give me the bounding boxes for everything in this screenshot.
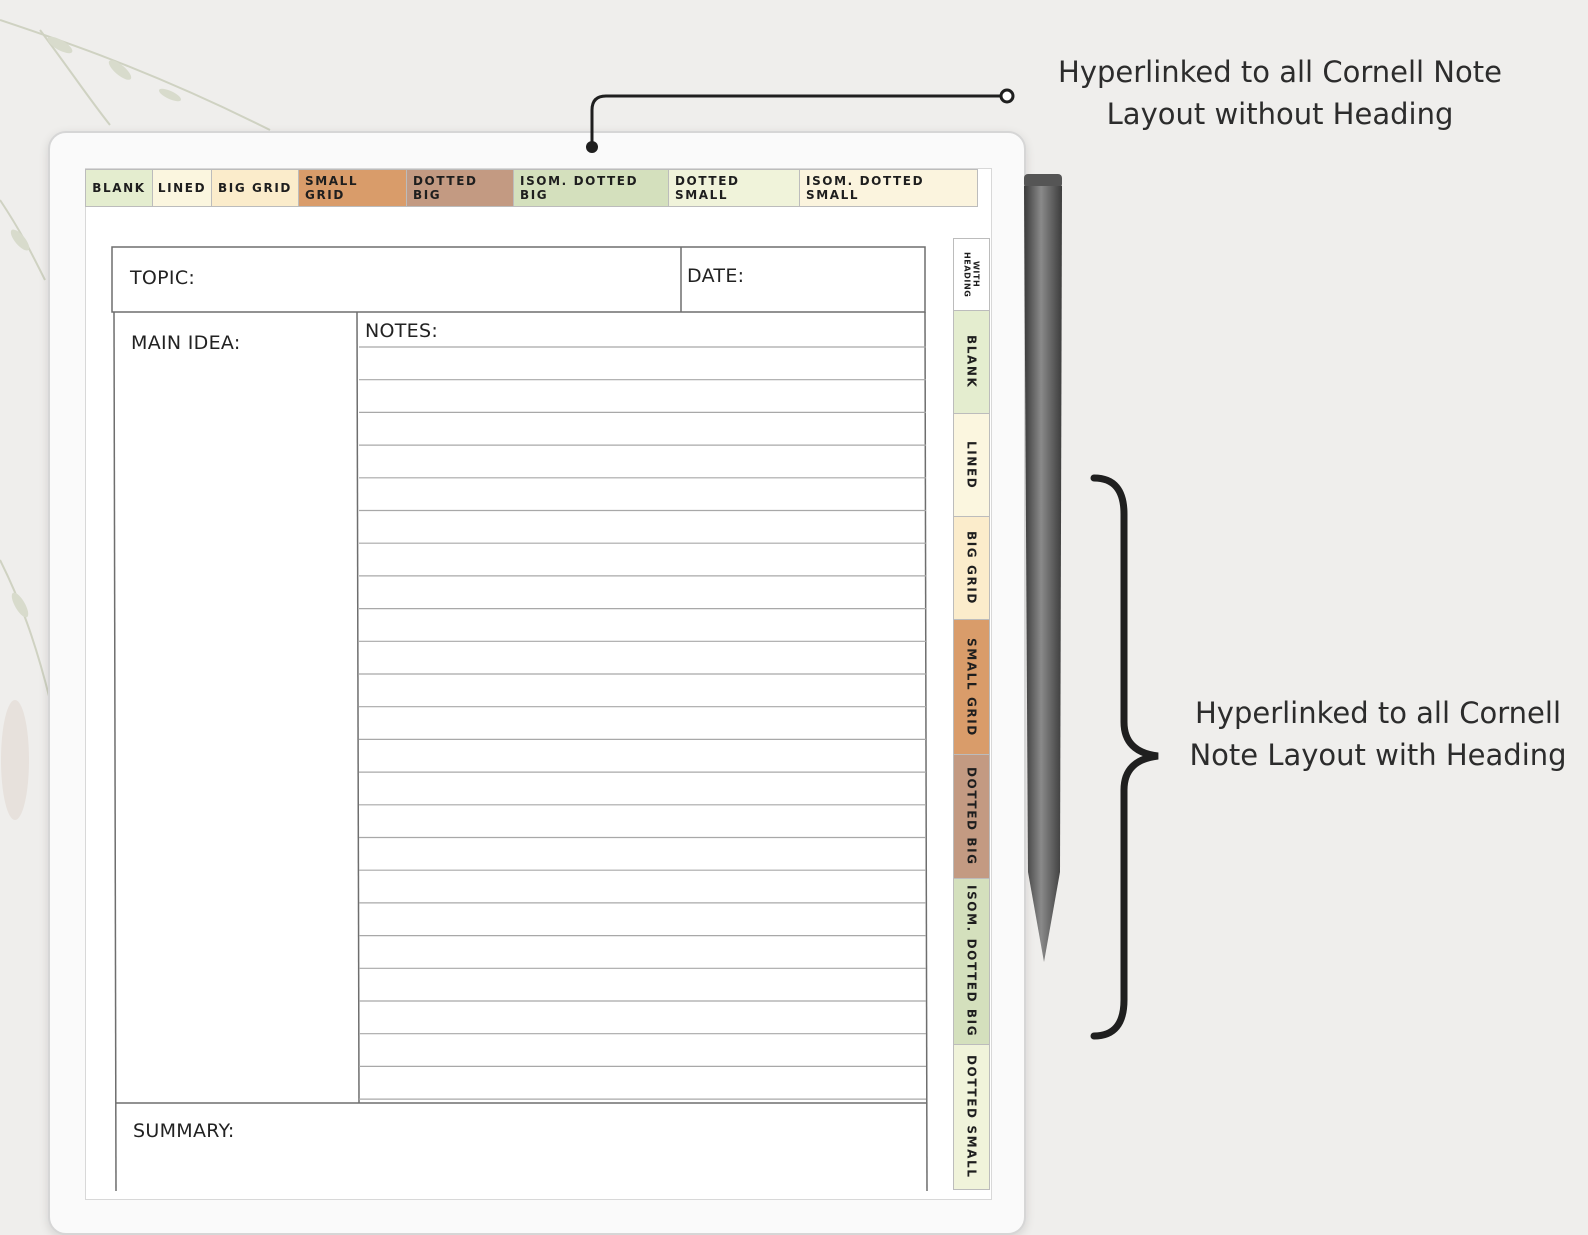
callout-with-heading: Hyperlinked to all Cornell Note Layout w… [1168,692,1588,776]
curly-brace-icon [1090,474,1159,1040]
top-callout-connector [586,88,1015,153]
callout-line: Hyperlinked to all Cornell Note [1058,55,1502,89]
callout-line: Hyperlinked to all Cornell [1194,696,1562,730]
callout-line: Note Layout with Heading [1189,738,1567,772]
callout-line: Layout without Heading [1106,97,1454,131]
callout-without-heading: Hyperlinked to all Cornell Note Layout w… [1040,51,1520,135]
